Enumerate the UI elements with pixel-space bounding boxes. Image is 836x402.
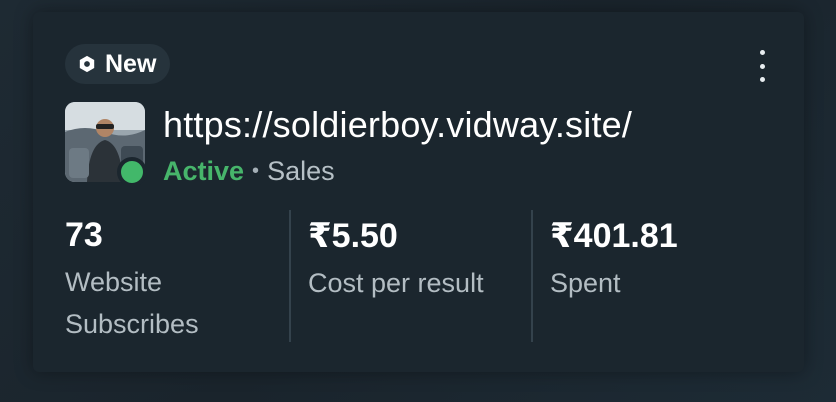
- stat-label-line: Cost per result: [308, 268, 484, 298]
- ad-campaign-card[interactable]: New https://soldierboy.vidway.site/ Acti…: [33, 12, 804, 372]
- stat-label-line: Subscribes: [65, 309, 199, 339]
- campaign-meta: Active • Sales: [163, 156, 335, 187]
- new-badge: New: [65, 44, 171, 84]
- campaign-category: Sales: [267, 156, 335, 186]
- more-options-icon[interactable]: [750, 50, 774, 82]
- stat-cost-per-result: ₹5.50 Cost per result: [308, 210, 528, 342]
- stat-divider: [289, 210, 291, 342]
- stats-row: 73 Website Subscribes ₹5.50 Cost per res…: [33, 210, 804, 342]
- stat-value: ₹401.81: [550, 217, 678, 255]
- stat-label: Website Subscribes: [65, 261, 285, 345]
- stat-value: ₹5.50: [308, 217, 398, 255]
- active-status-dot: [117, 157, 147, 187]
- separator-dot: •: [252, 160, 260, 182]
- stat-label-line: Website: [65, 267, 163, 297]
- stat-value: 73: [65, 216, 103, 254]
- hexagon-icon: [77, 54, 97, 74]
- stat-label-line: Spent: [550, 268, 621, 298]
- stat-spent: ₹401.81 Spent: [550, 210, 770, 342]
- stat-divider: [531, 210, 533, 342]
- status-text: Active: [163, 156, 245, 186]
- stat-label: Spent: [550, 262, 770, 304]
- badge-label: New: [105, 49, 157, 78]
- campaign-url[interactable]: https://soldierboy.vidway.site/: [163, 104, 632, 146]
- stat-results: 73 Website Subscribes: [65, 210, 285, 342]
- stat-label: Cost per result: [308, 262, 528, 304]
